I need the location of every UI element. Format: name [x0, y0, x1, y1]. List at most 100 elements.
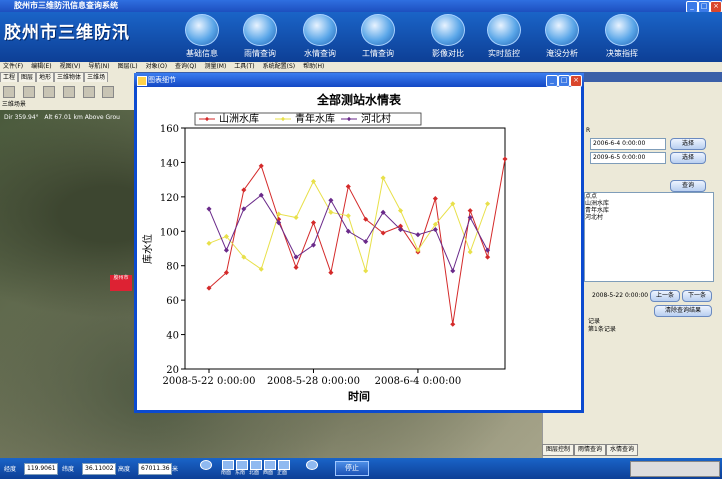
nav-button-5[interactable]: 实时监控	[476, 14, 532, 60]
left-tab[interactable]: 三维场	[84, 72, 109, 82]
next-record-button[interactable]: 下一条	[682, 290, 712, 302]
menu-item[interactable]: 视图(V)	[60, 63, 81, 70]
data-point	[450, 268, 456, 274]
data-point	[310, 220, 317, 226]
data-point	[397, 208, 404, 214]
data-point	[310, 178, 317, 184]
flood-icon	[545, 14, 579, 46]
camera-icon[interactable]	[102, 86, 115, 98]
start-time-input[interactable]: 2006-6-4 0:00:00	[590, 138, 666, 150]
menu-item[interactable]: 对象(O)	[146, 63, 167, 70]
reset-view-icon[interactable]	[306, 460, 318, 470]
left-tab[interactable]: 工程	[0, 72, 19, 82]
panel-tab[interactable]: 水情查询	[606, 444, 639, 456]
scene-tab[interactable]: 三维场景	[0, 100, 136, 110]
water-icon	[303, 14, 337, 46]
station-list[interactable]: 点点 山洲水库 青年水库 河北村	[584, 192, 714, 282]
data-point	[345, 183, 351, 190]
rain-icon	[243, 14, 277, 46]
list-item[interactable]: 青年水库	[585, 207, 713, 214]
x-tick-label: 2008-5-22 0:00:00	[162, 376, 255, 387]
nav-button-label: 雨情查询	[244, 49, 276, 58]
map-place-label[interactable]: 胶州市	[110, 275, 132, 291]
dialog-minimize-button[interactable]: _	[546, 75, 558, 87]
left-tab-bar: 工程 图层 地形 三维物体 三维场	[0, 72, 136, 82]
nav-button-1[interactable]: 雨情查询	[232, 14, 288, 60]
series-line-1	[208, 176, 489, 272]
nav-button-2[interactable]: 水情查询	[292, 14, 348, 60]
clear-results-button[interactable]: 清除查询结果	[654, 305, 712, 317]
menu-item[interactable]: 编辑(E)	[31, 63, 51, 70]
panel-tab[interactable]: 图层控制	[542, 444, 575, 456]
menu-item[interactable]: 系统配置(S)	[263, 63, 296, 70]
nav-button-0[interactable]: 基础信息	[174, 14, 230, 60]
nav-button-4[interactable]: 影像对比	[420, 14, 476, 60]
lon-label: 经度	[4, 466, 17, 473]
data-point	[502, 156, 508, 162]
plot-frame	[184, 127, 506, 370]
query-button[interactable]: 查询	[670, 180, 706, 192]
list-item[interactable]: 河北村	[585, 214, 713, 221]
nav-button-label: 工情查询	[362, 49, 394, 58]
print-icon[interactable]	[62, 86, 75, 98]
dialog-close-button[interactable]: ×	[570, 75, 582, 87]
alt-value: 67011.36	[138, 463, 172, 475]
list-item[interactable]: 山洲水库	[585, 200, 713, 207]
compass-icon[interactable]	[200, 460, 212, 470]
menu-item[interactable]: 帮助(H)	[303, 63, 324, 70]
ime-toolbar[interactable]	[630, 461, 720, 477]
list-item[interactable]: 点点	[585, 193, 713, 200]
map-direction: Dir 359.94°	[4, 114, 39, 121]
window-title: 胶州市三维防汛信息查询系统	[14, 1, 118, 10]
data-point	[223, 247, 229, 253]
nav-button-3[interactable]: 工情查询	[350, 14, 406, 60]
data-point	[485, 201, 491, 207]
dialog-maximize-button[interactable]: □	[558, 75, 570, 87]
nav-button-label: 淹没分析	[546, 49, 578, 58]
save-icon[interactable]	[42, 86, 55, 98]
nav-button-6[interactable]: 淹没分析	[534, 14, 590, 60]
panel-tab[interactable]: 雨情查询	[574, 444, 607, 456]
alt-unit: 米	[172, 466, 179, 473]
nav-button-label: 实时监控	[488, 49, 520, 58]
lat-label: 纬度	[62, 466, 75, 473]
data-point	[293, 264, 299, 270]
end-time-input[interactable]: 2009-6-5 0:00:00	[590, 152, 666, 164]
lat-value: 36.11002	[82, 463, 116, 475]
toolbar	[0, 82, 136, 117]
lon-value: 119.9061	[24, 463, 58, 475]
y-tick-label: 160	[160, 124, 179, 135]
prev-record-button[interactable]: 上一条	[650, 290, 680, 302]
nav-button-label: 影像对比	[432, 49, 464, 58]
select-end-button[interactable]: 选择	[670, 152, 706, 164]
menu-item[interactable]: 测量(M)	[204, 63, 226, 70]
menu-item[interactable]: 查询(Q)	[175, 63, 196, 70]
data-point	[363, 239, 369, 245]
left-tab[interactable]: 图层	[18, 72, 37, 82]
new-icon[interactable]	[3, 86, 15, 98]
data-point	[432, 196, 438, 202]
data-point	[328, 209, 334, 215]
records-count: 第1条记录	[588, 326, 616, 333]
camera-icon	[487, 14, 521, 46]
nav-button-7[interactable]: 决策指挥	[594, 14, 650, 60]
series-line-0	[208, 158, 506, 325]
menu-item[interactable]: 导航(N)	[88, 63, 109, 70]
menu-item[interactable]: 图层(L)	[118, 63, 138, 70]
y-tick-label: 140	[160, 158, 179, 169]
menu-item[interactable]: 文件(F)	[3, 63, 23, 70]
data-point	[485, 254, 491, 260]
chart-dialog-titlebar[interactable]: 图表细节 _ □ ×	[134, 73, 584, 87]
left-tab[interactable]: 三维物体	[54, 72, 85, 82]
y-axis-label: 库水位	[141, 234, 154, 264]
screenshot-icon[interactable]	[82, 86, 95, 98]
stop-button[interactable]: 停止	[335, 461, 369, 476]
menu-item[interactable]: 工具(T)	[234, 63, 254, 70]
y-tick-label: 20	[166, 365, 179, 376]
open-icon[interactable]	[22, 86, 35, 98]
select-start-button[interactable]: 选择	[670, 138, 706, 150]
data-point	[206, 240, 212, 246]
view-icon-label: 南面	[221, 470, 232, 476]
current-time: 2008-5-22 0:00:00	[592, 292, 649, 299]
left-tab[interactable]: 地形	[36, 72, 55, 82]
